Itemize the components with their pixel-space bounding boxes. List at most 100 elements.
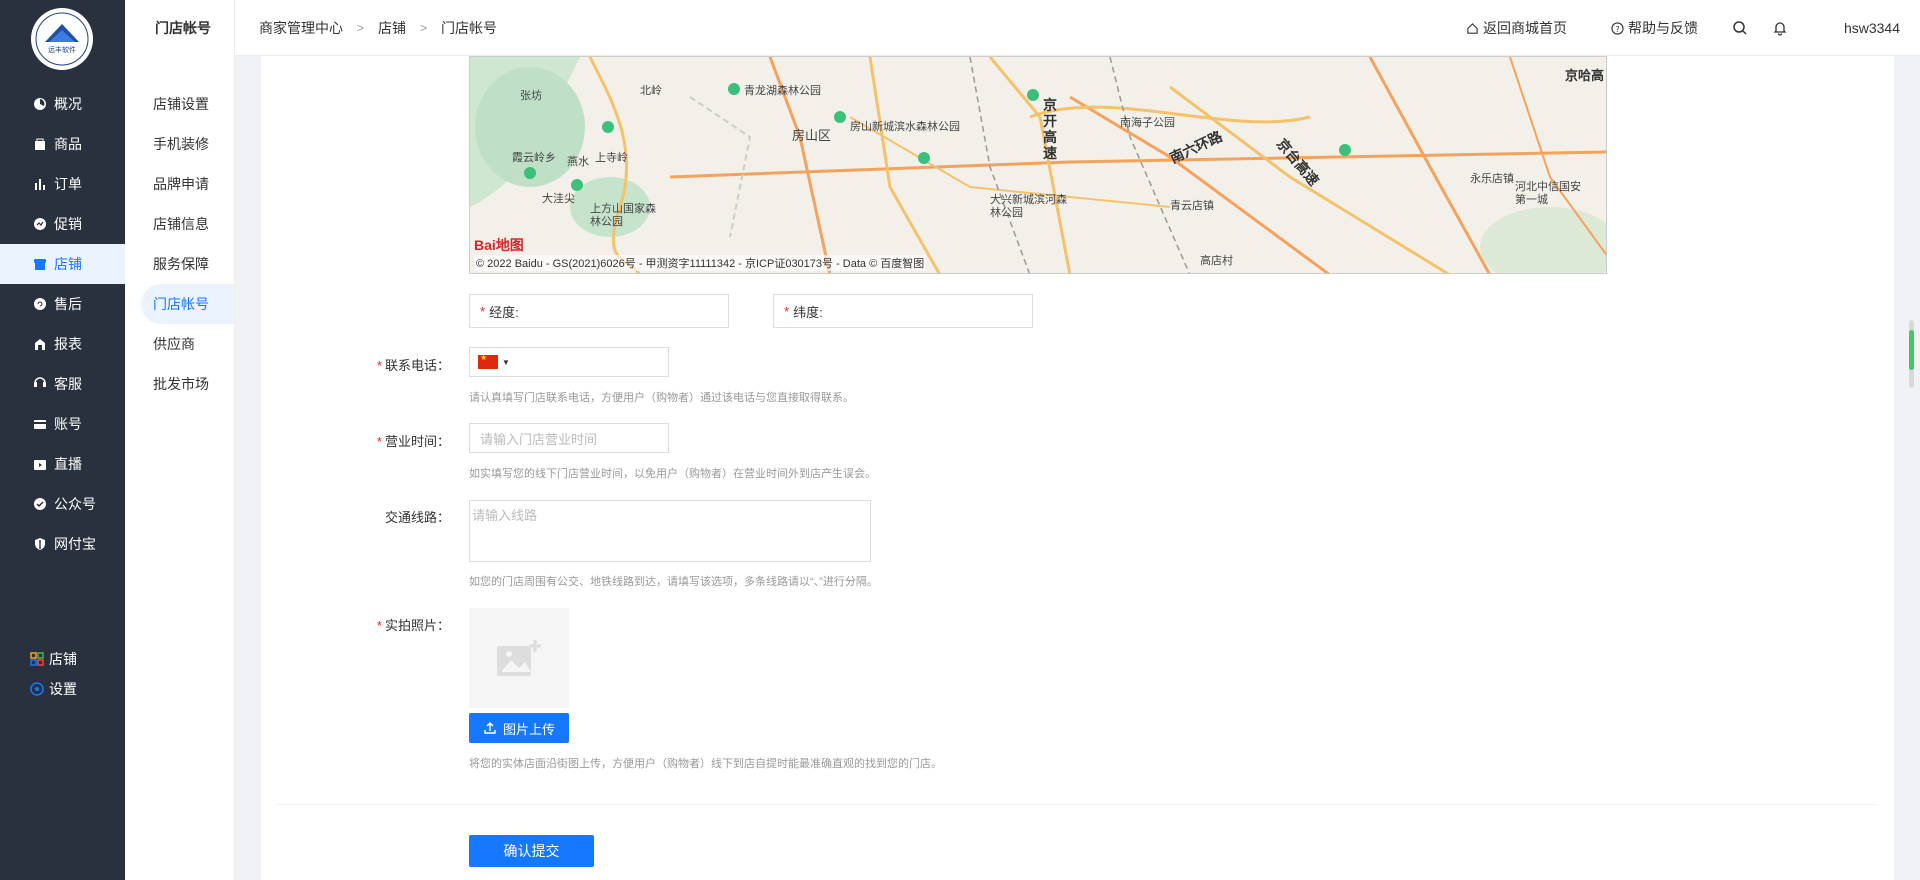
top-bar: 商家管理中心 > 店铺 > 门店帐号 返回商城首页 ? 帮助与反馈 hsw334… [235,0,1920,56]
nav-item-official[interactable]: 公众号 [0,484,125,524]
logo-text: 远丰软件 [48,45,76,54]
nav-label: 概况 [54,96,82,112]
map-place-label: 大洼尖 [542,193,575,205]
route-label: 交通线路： [384,510,450,525]
bottom-link-label: 店铺 [49,651,77,667]
official-icon [33,497,47,511]
submit-button[interactable]: 确认提交 [469,835,594,867]
subnav-item-store-account[interactable]: 门店帐号 [141,284,234,324]
hours-label: * 营业时间： [368,431,450,450]
map-place-label: 南海子公园 [1120,117,1175,129]
breadcrumb-item[interactable]: 商家管理中心 [259,18,343,38]
submit-button-label: 确认提交 [503,843,560,859]
nav-label: 网付宝 [54,536,96,552]
subnav-item-brand-application[interactable]: 品牌申请 [125,164,234,204]
map-place-label: 上方山国家森林公园 [590,203,656,228]
nav-label: 账号 [54,416,82,432]
service-icon [33,377,47,391]
longitude-label: 经度: [489,304,519,320]
subnav-item-wholesale[interactable]: 批发市场 [125,364,234,404]
return-home-link[interactable]: 返回商城首页 [1466,18,1567,38]
required-mark: * [480,303,486,319]
map-place-label: 青龙湖森林公园 [744,85,821,97]
photo-label: * 实拍照片： [368,615,450,634]
sidebar-bottom-links: 店铺 设置 [30,644,77,704]
route-textarea[interactable]: 请输入线路 [469,500,871,562]
report-icon [33,337,47,351]
bell-icon[interactable] [1772,20,1788,36]
search-icon[interactable] [1732,20,1748,36]
help-feedback-link[interactable]: ? 帮助与反馈 [1611,18,1698,38]
longitude-field[interactable]: * 经度: [469,294,729,328]
nav-label: 直播 [54,456,82,472]
nav-item-store[interactable]: 店铺 [0,244,125,284]
subnav-item-service-guarantee[interactable]: 服务保障 [125,244,234,284]
bottom-link-settings[interactable]: 设置 [30,674,77,704]
required-mark: * [376,358,382,373]
company-logo[interactable]: 远丰软件 [31,8,93,70]
breadcrumb: 商家管理中心 > 店铺 > 门店帐号 [235,18,497,38]
phone-label-text: 联系电话： [384,358,450,373]
bottom-link-store[interactable]: 店铺 [30,644,77,674]
upload-image-button[interactable]: 图片上传 [469,713,569,743]
nav-label: 公众号 [54,496,96,512]
nav-item-orders[interactable]: 订单 [0,164,125,204]
map-place-label: 青云店镇 [1170,200,1214,212]
subnav-item-store-info[interactable]: 店铺信息 [125,204,234,244]
map-provider-logo: Bai地图 [474,237,524,253]
subnav-list: 店铺设置 手机装修 品牌申请 店铺信息 服务保障 门店帐号 供应商 批发市场 [125,84,234,404]
main-content: 青龙湖森林公园 房山区 房山新城滨水森林公园 南海子公园 上寺岭 霞云岭乡 大洼… [261,56,1894,880]
nav-item-account[interactable]: 账号 [0,404,125,444]
shield-icon [33,537,47,551]
help-icon: ? [1611,21,1624,35]
photo-preview[interactable] [469,608,569,708]
map-place-label: 高店村 [1200,255,1233,267]
nav-item-report[interactable]: 报表 [0,324,125,364]
latitude-field[interactable]: * 纬度: [773,294,1033,328]
nav-item-overview[interactable]: 概况 [0,84,125,124]
scrollbar-thumb[interactable] [1909,330,1914,370]
page-scrollbar[interactable] [1909,320,1914,388]
nav-item-service[interactable]: 客服 [0,364,125,404]
phone-input[interactable]: ▼ [469,347,669,377]
live-icon [33,457,47,471]
hours-input[interactable]: 请输入门店营业时间 [469,423,669,453]
required-mark: * [376,618,382,633]
subnav-title: 门店帐号 [155,20,211,36]
nav-item-pay[interactable]: 网付宝 [0,524,125,564]
dashboard-icon [33,97,47,111]
map-place-label: 河北中信国安第一城 [1515,181,1581,206]
store-icon [33,257,47,271]
map-view[interactable]: 青龙湖森林公园 房山区 房山新城滨水森林公园 南海子公园 上寺岭 霞云岭乡 大洼… [469,56,1607,274]
help-feedback-label: 帮助与反馈 [1627,20,1698,36]
breadcrumb-item[interactable]: 店铺 [378,18,406,38]
subnav-item-supplier[interactable]: 供应商 [125,324,234,364]
hours-label-text: 营业时间： [384,434,450,449]
subnav-item-store-settings[interactable]: 店铺设置 [125,84,234,124]
secondary-sidebar: 门店帐号 店铺设置 手机装修 品牌申请 店铺信息 服务保障 门店帐号 供应商 批… [125,0,235,880]
map-road-label: 京开高速 [1043,97,1057,161]
nav-label: 商品 [54,136,82,152]
caret-down-icon: ▼ [502,357,510,367]
map-place-label: 北岭 [640,85,662,97]
home-icon [1466,22,1479,35]
bottom-link-label: 设置 [49,681,77,697]
map-copyright: © 2022 Baidu - GS(2021)6026号 - 甲测资字11111… [474,255,927,271]
bag-icon [33,137,47,151]
nav-item-goods[interactable]: 商品 [0,124,125,164]
settings-icon [30,682,44,696]
nav-item-promotion[interactable]: 促销 [0,204,125,244]
country-code-select[interactable]: ▼ [470,353,510,369]
map-place-label: 张坊 [520,90,542,102]
form-divider [277,804,1877,805]
nav-item-aftersale[interactable]: 售后 [0,284,125,324]
subnav-item-mobile-decoration[interactable]: 手机装修 [125,124,234,164]
nav-item-live[interactable]: 直播 [0,444,125,484]
primary-nav: 概况 商品 订单 促销 店铺 售后 报表 客服 账号 直播 公众号 网付宝 [0,84,125,564]
chevron-right-icon: > [357,20,365,35]
user-menu[interactable]: hsw3344 [1821,19,1900,37]
route-placeholder: 请输入线路 [472,508,538,523]
svg-text:?: ? [1615,23,1619,33]
grid-icon [30,652,44,666]
map-road-label: 京哈高 [1565,68,1605,83]
